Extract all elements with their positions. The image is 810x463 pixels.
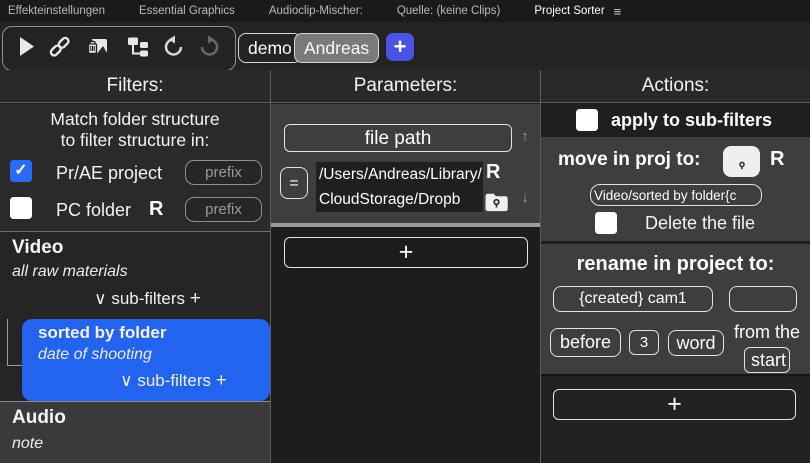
actions-header: Actions: bbox=[541, 70, 810, 103]
panel-tab-bar: Effekteinstellungen Essential Graphics A… bbox=[0, 0, 810, 22]
move-r-button[interactable]: R bbox=[770, 148, 784, 171]
actions-column: Actions: apply to sub-filters move in pr… bbox=[540, 70, 810, 463]
param-type-button[interactable]: file path bbox=[284, 124, 512, 152]
filters-header: Filters: bbox=[0, 70, 270, 103]
start-toggle-button[interactable]: start bbox=[744, 347, 790, 373]
tab-essential-graphics[interactable]: Essential Graphics bbox=[139, 5, 235, 17]
selected-subfilters-label: sub-filters bbox=[137, 371, 211, 390]
parameters-bottom-area: + bbox=[271, 227, 540, 463]
redo-icon[interactable] bbox=[197, 34, 222, 59]
tab-effekteinstellungen[interactable]: Effekteinstellungen bbox=[8, 5, 105, 17]
selected-subfilter-title: sorted by folder bbox=[38, 323, 166, 343]
add-preset-button[interactable]: + bbox=[386, 33, 414, 61]
video-filter-title: Video bbox=[12, 237, 63, 259]
audio-filter-title: Audio bbox=[12, 407, 66, 429]
apply-to-subfilters-label: apply to sub-filters bbox=[611, 104, 772, 136]
parameters-column: Parameters: file path ↑ = /Users/Andreas… bbox=[270, 70, 540, 463]
tab-audioclip-mischer[interactable]: Audioclip-Mischer: bbox=[269, 5, 363, 17]
prae-project-label: Pr/AE project bbox=[56, 163, 162, 184]
move-param-up-icon[interactable]: ↑ bbox=[517, 128, 533, 145]
equals-operator-button[interactable]: = bbox=[280, 167, 308, 199]
move-param-down-icon[interactable]: ↓ bbox=[517, 189, 533, 206]
prae-prefix-input[interactable] bbox=[185, 160, 262, 185]
add-subfilter-icon[interactable]: + bbox=[190, 288, 201, 309]
tree-connector-line bbox=[7, 365, 22, 366]
toolbar: demo Andreas + bbox=[0, 22, 810, 70]
before-toggle-button[interactable]: before bbox=[550, 328, 621, 357]
add-action-button[interactable]: + bbox=[553, 389, 796, 420]
video-filter-subtitle: all raw materials bbox=[12, 263, 128, 281]
selected-subfilter-sorted-by-folder[interactable]: sorted by folder date of shooting ∨ sub-… bbox=[22, 319, 270, 401]
undo-icon[interactable] bbox=[161, 34, 186, 59]
rename-in-project-label: rename in project to: bbox=[541, 253, 810, 276]
selected-subfilters-row: ∨ sub-filters + bbox=[22, 370, 270, 392]
actions-bottom-area: + bbox=[541, 374, 810, 463]
match-line2: to filter structure in: bbox=[0, 130, 270, 151]
move-in-proj-label: move in proj to: bbox=[558, 149, 701, 171]
file-path-value-textarea[interactable]: /Users/Andreas/Library/CloudStorage/Drop… bbox=[316, 162, 483, 212]
move-folder-picker-button[interactable] bbox=[723, 146, 760, 177]
add-parameter-button[interactable]: + bbox=[284, 237, 528, 268]
video-filter-section[interactable]: Video all raw materials ∨ sub-filters + … bbox=[0, 231, 270, 401]
preset-demo-button[interactable]: demo bbox=[238, 33, 302, 63]
delete-file-checkbox[interactable] bbox=[595, 212, 617, 234]
move-action-block: move in proj to: R Delete the file bbox=[541, 137, 810, 241]
from-the-label: from the bbox=[727, 322, 807, 343]
pc-folder-label: PC folder bbox=[56, 200, 131, 221]
rename-secondary-input[interactable] bbox=[729, 286, 797, 312]
match-folder-text: Match folder structure to filter structu… bbox=[0, 109, 270, 151]
prae-project-checkbox[interactable]: ✓ bbox=[10, 160, 32, 182]
pc-folder-r-button[interactable]: R bbox=[149, 198, 163, 221]
tab-quelle[interactable]: Quelle: (keine Clips) bbox=[397, 5, 501, 17]
link-icon[interactable] bbox=[47, 34, 72, 59]
preset-andreas-button[interactable]: Andreas bbox=[294, 33, 379, 63]
apply-to-subfilters-row: apply to sub-filters bbox=[541, 104, 810, 136]
rename-action-block: rename in project to: before word from t… bbox=[541, 244, 810, 374]
audio-filter-section[interactable]: Audio note bbox=[0, 401, 270, 463]
project-sorter-panel: Effekteinstellungen Essential Graphics A… bbox=[0, 0, 810, 463]
add-subfilter-icon[interactable]: + bbox=[216, 370, 227, 391]
pc-folder-checkbox[interactable] bbox=[10, 197, 32, 219]
tree-structure-icon[interactable] bbox=[125, 34, 150, 59]
match-folder-section: Match folder structure to filter structu… bbox=[0, 104, 270, 231]
selected-subfilter-subtitle: date of shooting bbox=[38, 346, 152, 364]
chevron-down-icon[interactable]: ∨ bbox=[94, 289, 106, 308]
param-r-button[interactable]: R bbox=[486, 161, 500, 184]
delete-file-label: Delete the file bbox=[645, 212, 755, 234]
video-subfilters-row: ∨ sub-filters + bbox=[0, 288, 270, 310]
pc-prefix-input[interactable] bbox=[185, 197, 262, 222]
filters-column: Filters: Match folder structure to filte… bbox=[0, 70, 270, 463]
play-icon[interactable] bbox=[13, 34, 38, 59]
panel-menu-icon[interactable]: ≡ bbox=[614, 4, 622, 19]
parameters-header: Parameters: bbox=[271, 70, 540, 103]
delete-media-icon[interactable] bbox=[85, 34, 110, 59]
rename-pattern-input[interactable] bbox=[553, 286, 713, 312]
audio-filter-subtitle: note bbox=[12, 435, 43, 453]
folder-picker-icon[interactable] bbox=[483, 189, 510, 214]
match-line1: Match folder structure bbox=[0, 109, 270, 130]
chevron-down-icon[interactable]: ∨ bbox=[120, 371, 132, 390]
video-subfilters-label: sub-filters bbox=[111, 289, 185, 308]
apply-to-subfilters-checkbox[interactable] bbox=[576, 109, 598, 131]
word-count-input[interactable] bbox=[629, 330, 659, 355]
tab-project-sorter[interactable]: Project Sorter ≡ bbox=[534, 4, 621, 19]
tab-project-sorter-label: Project Sorter bbox=[534, 5, 604, 17]
folder-pin-icon bbox=[730, 153, 754, 175]
tree-connector-line bbox=[7, 319, 8, 365]
file-path-parameter-block: file path ↑ = /Users/Andreas/Library/Clo… bbox=[271, 104, 540, 223]
word-unit-button[interactable]: word bbox=[668, 330, 724, 356]
move-destination-input[interactable] bbox=[590, 184, 762, 206]
